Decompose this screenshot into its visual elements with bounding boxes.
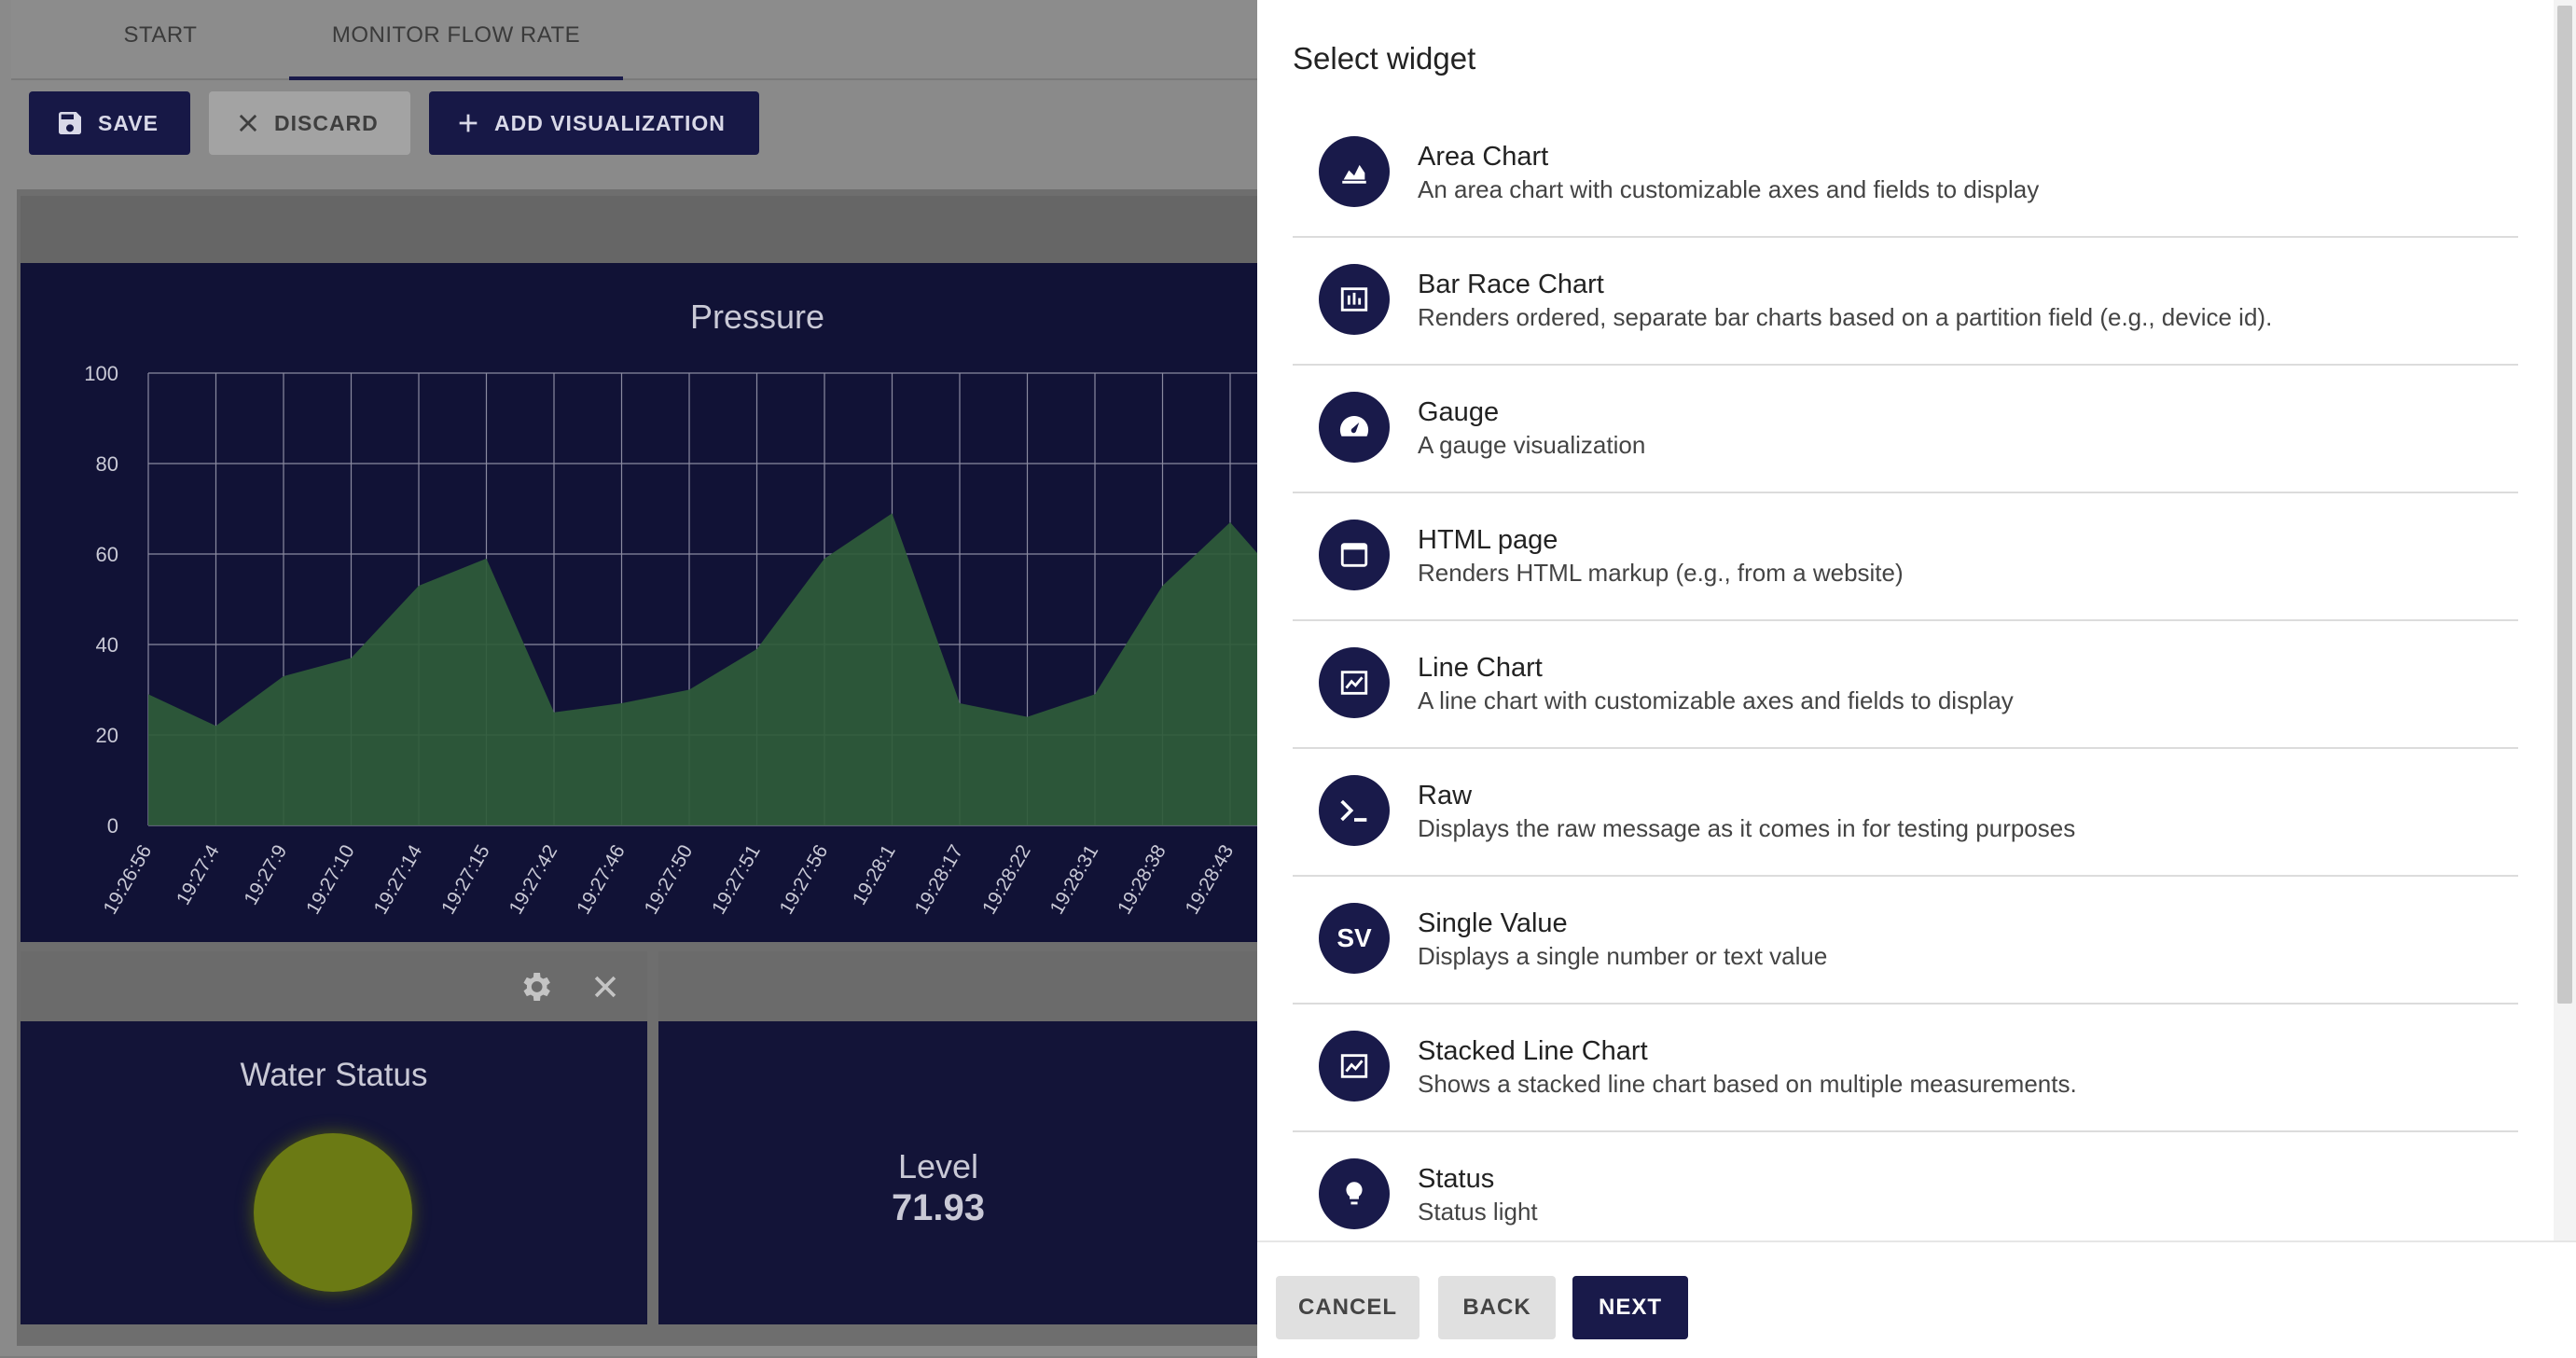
y-tick-label: 20	[96, 724, 118, 747]
save-button[interactable]: SAVE	[29, 91, 190, 155]
back-button[interactable]: BACK	[1438, 1276, 1556, 1339]
widget-header	[658, 951, 1257, 1021]
x-tick-label: 19:27:9	[240, 841, 291, 908]
item-description: A line chart with customizable axes and …	[1418, 686, 2014, 714]
list-item-line-chart[interactable]: Line Chart A line chart with customizabl…	[1293, 621, 2518, 749]
panel-title: Select widget	[1293, 41, 1476, 76]
bar-chart-icon	[1319, 264, 1390, 335]
scrollbar-thumb[interactable]	[2557, 6, 2572, 1004]
tab-start[interactable]: START	[67, 0, 254, 76]
item-name: Single Value	[1418, 908, 1568, 938]
stacked-line-chart-icon	[1319, 1031, 1390, 1102]
x-tick-label: 19:27:10	[302, 841, 359, 918]
pressure-chart: Pressure 0 20 40 60 80 100 19:26:56 19:27:4 19:…	[84, 298, 1257, 919]
x-tick-label: 19:27:56	[776, 841, 833, 918]
item-description: Renders ordered, separate bar charts bas…	[1418, 303, 2273, 331]
item-description: Shows a stacked line chart based on mult…	[1418, 1070, 2077, 1098]
level-widget: Level 71.93	[658, 951, 1257, 1324]
discard-label: DISCARD	[274, 110, 379, 135]
item-name: Raw	[1418, 781, 1473, 811]
level-value: 71.93	[891, 1187, 986, 1228]
sv-text-icon: SV	[1319, 903, 1390, 974]
line-chart-icon	[1319, 647, 1390, 718]
y-tick-label: 100	[84, 362, 118, 385]
x-tick-label: 19:28:17	[911, 841, 968, 918]
item-description: Renders HTML markup (e.g., from a websit…	[1418, 559, 1904, 587]
x-tick-label: 19:28:31	[1046, 841, 1103, 918]
tab-monitor-flow-rate[interactable]: MONITOR FLOW RATE	[289, 0, 623, 80]
x-tick-label: 19:27:15	[437, 841, 494, 918]
item-name: Gauge	[1418, 397, 1500, 427]
list-item-raw[interactable]: Raw Displays the raw message as it comes…	[1293, 749, 2518, 877]
status-light	[254, 1133, 412, 1292]
list-item-html-page[interactable]: HTML page Renders HTML markup (e.g., fro…	[1293, 493, 2518, 621]
y-tick-label: 60	[96, 543, 118, 566]
close-icon	[239, 114, 257, 132]
level-label: Level	[897, 1147, 979, 1185]
list-item-bar-race-chart[interactable]: Bar Race Chart Renders ordered, separate…	[1293, 238, 2518, 366]
pressure-area-series	[148, 513, 1257, 825]
next-button[interactable]: NEXT	[1572, 1276, 1688, 1339]
item-name: Status	[1418, 1164, 1495, 1194]
x-tick-label: 19:28:1	[849, 841, 900, 908]
x-tick-label: 19:28:43	[1182, 841, 1239, 918]
item-description: Displays a single number or text value	[1418, 942, 1828, 970]
list-item-status[interactable]: Status Status light	[1293, 1132, 2518, 1240]
x-tick-label: 19:27:4	[173, 841, 224, 908]
item-name: Area Chart	[1418, 142, 1549, 172]
item-description: Displays the raw message as it comes in …	[1418, 814, 2076, 842]
list-item-gauge[interactable]: Gauge A gauge visualization	[1293, 366, 2518, 493]
item-description: A gauge visualization	[1418, 431, 1646, 459]
x-tick-label: 19:28:22	[978, 841, 1035, 918]
area-chart-icon	[1319, 136, 1390, 207]
pressure-chart-body: Pressure 0 20 40 60 80 100 19:26:56 19:27:4 19:…	[21, 263, 1257, 942]
list-item-single-value[interactable]: SV Single Value Displays a single number…	[1293, 877, 2518, 1005]
lightbulb-icon	[1319, 1158, 1390, 1229]
item-name: HTML page	[1418, 525, 1558, 555]
save-icon	[59, 112, 81, 134]
y-tick-label: 80	[96, 452, 118, 476]
tab-bar: START MONITOR FLOW RATE	[11, 0, 1257, 80]
panel-footer: CANCEL BACK NEXT	[1257, 1240, 2576, 1358]
terminal-icon	[1319, 775, 1390, 846]
pressure-widget: Pressure 0 20 40 60 80 100 19:26:56 19:27:4 19:…	[21, 196, 1257, 942]
web-page-icon	[1319, 520, 1390, 590]
level-body: Level 71.93	[658, 1021, 1257, 1324]
gear-icon[interactable]	[517, 968, 554, 1005]
x-tick-label: 19:26:56	[100, 841, 157, 918]
y-tick-label: 0	[107, 814, 118, 838]
water-status-widget: Water Status	[21, 951, 647, 1324]
add-visualization-button[interactable]: ADD VISUALIZATION	[429, 91, 759, 155]
x-tick-label: 19:28:38	[1114, 841, 1170, 918]
gauge-icon	[1319, 392, 1390, 463]
y-tick-label: 40	[96, 633, 118, 657]
dashboard-background: START MONITOR FLOW RATE SAVE DISCARD ADD…	[0, 0, 1257, 1356]
add-visualization-label: ADD VISUALIZATION	[494, 110, 726, 135]
widget-header	[21, 951, 647, 1021]
plus-icon	[459, 114, 478, 132]
widget-list: Area Chart An area chart with customizab…	[1293, 110, 2518, 1240]
widget-header	[21, 196, 1257, 263]
close-icon[interactable]	[589, 971, 621, 1003]
cancel-button[interactable]: CANCEL	[1276, 1276, 1420, 1339]
discard-button[interactable]: DISCARD	[209, 91, 410, 155]
scrollbar[interactable]	[2554, 0, 2576, 1240]
x-tick-label: 19:27:42	[506, 841, 562, 918]
item-name: Bar Race Chart	[1418, 270, 1604, 299]
x-tick-label: 19:27:51	[708, 841, 765, 918]
water-status-title: Water Status	[240, 1057, 428, 1093]
x-tick-label: 19:27:46	[573, 841, 630, 918]
save-label: SAVE	[98, 110, 159, 135]
x-tick-label: 19:27:50	[641, 841, 698, 918]
list-item-area-chart[interactable]: Area Chart An area chart with customizab…	[1293, 110, 2518, 238]
select-widget-panel: Select widget Area Chart An area chart w…	[1257, 0, 2576, 1358]
item-description: Status light	[1418, 1198, 1538, 1226]
x-tick-label: 19:27:14	[370, 841, 427, 919]
item-name: Stacked Line Chart	[1418, 1036, 1648, 1066]
item-description: An area chart with customizable axes and…	[1418, 175, 2040, 203]
water-status-body: Water Status	[21, 1021, 647, 1324]
chart-title: Pressure	[690, 298, 824, 336]
list-item-stacked-line-chart[interactable]: Stacked Line Chart Shows a stacked line …	[1293, 1005, 2518, 1132]
item-name: Line Chart	[1418, 653, 1543, 683]
